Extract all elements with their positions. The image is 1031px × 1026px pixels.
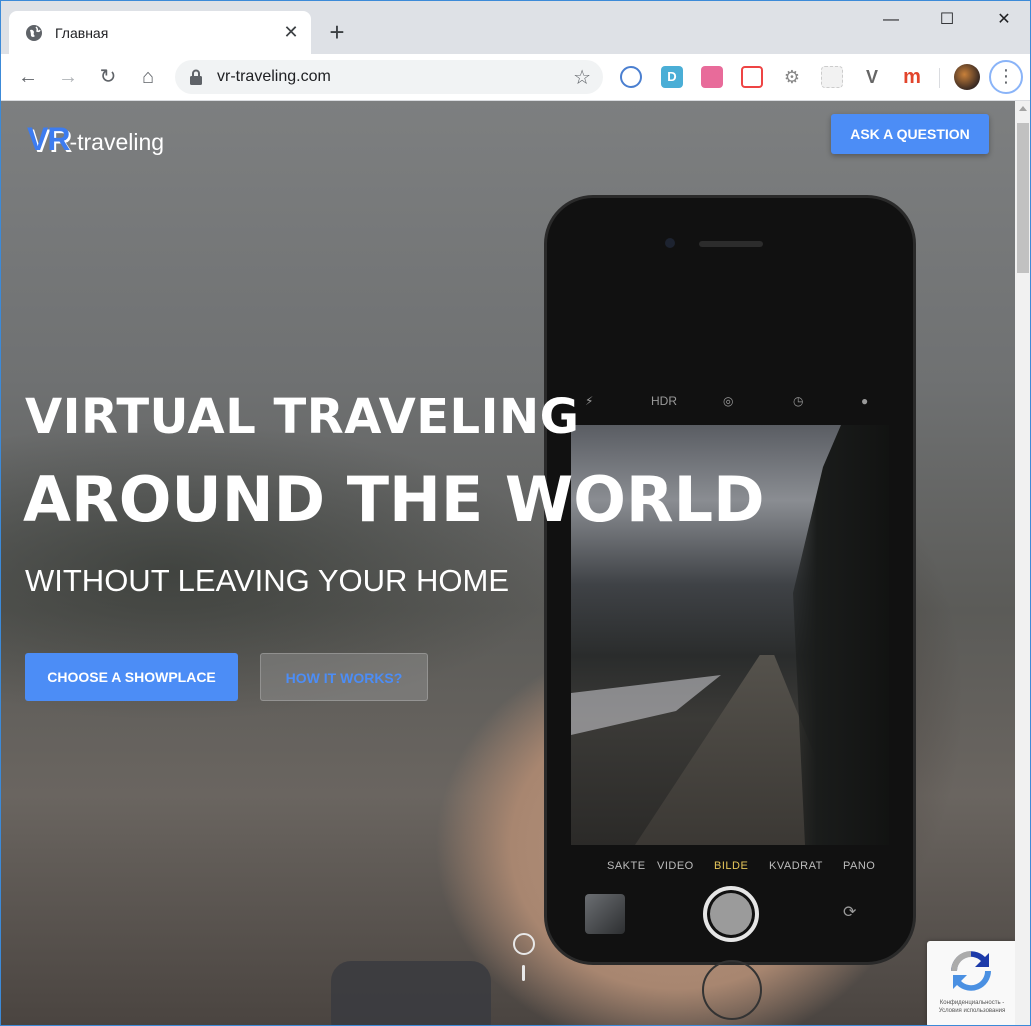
recaptcha-badge[interactable]: Конфиденциальность - Условия использован… bbox=[927, 941, 1015, 1025]
recaptcha-privacy-link[interactable]: Конфиденциальность - bbox=[929, 999, 1015, 1007]
lock-icon bbox=[190, 69, 202, 85]
recaptcha-icon bbox=[951, 951, 991, 991]
globe-icon bbox=[26, 25, 42, 41]
flash-icon: ⚡ bbox=[585, 394, 594, 408]
browser-window: Главная ✕ + — ☐ ✕ ← → ↻ ⌂ vr-traveling.c… bbox=[0, 0, 1031, 1026]
phone-image: ⚡ HDR ◎ ◷ ● SAKTE VIDEO BILDE KVADRAT PA… bbox=[547, 198, 913, 1020]
camera-top-icons: ⚡ HDR ◎ ◷ ● bbox=[571, 394, 891, 416]
address-bar[interactable]: vr-traveling.com ☆ bbox=[175, 60, 603, 94]
grid-ext-icon[interactable] bbox=[821, 66, 843, 88]
site-logo[interactable]: VR-traveling bbox=[27, 121, 164, 158]
m-ext-icon[interactable]: m bbox=[901, 66, 923, 88]
new-tab-button[interactable]: + bbox=[323, 19, 351, 47]
tab-close-icon[interactable]: ✕ bbox=[281, 22, 301, 42]
ask-question-button[interactable]: ASK A QUESTION bbox=[831, 114, 989, 154]
sleeve-image bbox=[331, 961, 491, 1025]
back-button[interactable]: ← bbox=[13, 62, 43, 92]
filter-icon: ● bbox=[861, 394, 869, 408]
pink-ext-icon[interactable] bbox=[701, 66, 723, 88]
close-window-button[interactable]: ✕ bbox=[976, 1, 1030, 39]
hdr-icon: HDR bbox=[651, 394, 677, 408]
headline-around-the-world: AROUND THE WORLD bbox=[23, 463, 765, 536]
scroll-indicator-line bbox=[522, 965, 525, 981]
browser-toolbar: ← → ↻ ⌂ vr-traveling.com ☆ D ⚙ V m ⋮ bbox=[1, 54, 1030, 101]
toolbar-divider bbox=[939, 68, 940, 88]
scroll-up-arrow[interactable] bbox=[1019, 106, 1027, 111]
headline-virtual-traveling: VIRTUAL TRAVELING bbox=[25, 389, 580, 445]
shutter-button-image bbox=[703, 886, 759, 942]
phone-speaker bbox=[699, 241, 763, 247]
home-button[interactable]: ⌂ bbox=[133, 62, 163, 92]
tab-title: Главная bbox=[55, 25, 109, 41]
mode-pano: PANO bbox=[843, 860, 876, 872]
d-ext-icon[interactable]: D bbox=[661, 66, 683, 88]
headline-subtitle: WITHOUT LEAVING YOUR HOME bbox=[25, 563, 509, 598]
bookmark-star-icon[interactable]: ☆ bbox=[573, 65, 591, 90]
maximize-button[interactable]: ☐ bbox=[919, 1, 975, 39]
calendar-ext-icon[interactable] bbox=[741, 66, 763, 88]
scroll-down-indicator[interactable] bbox=[513, 933, 535, 955]
camera-modes: SAKTE VIDEO BILDE KVADRAT PANO bbox=[571, 860, 891, 876]
profile-avatar[interactable] bbox=[954, 64, 980, 90]
circle-ext-icon[interactable] bbox=[620, 66, 642, 88]
recaptcha-legal[interactable]: Конфиденциальность - Условия использован… bbox=[929, 999, 1015, 1015]
scrollbar-thumb[interactable] bbox=[1017, 123, 1029, 273]
phone-home-button bbox=[702, 960, 762, 1020]
live-photo-icon: ◎ bbox=[723, 394, 734, 408]
choose-showplace-button[interactable]: CHOOSE A SHOWPLACE bbox=[25, 653, 238, 701]
logo-text: -traveling bbox=[69, 129, 165, 155]
tab-home[interactable]: Главная ✕ bbox=[9, 11, 311, 54]
hero-section: ⚡ HDR ◎ ◷ ● SAKTE VIDEO BILDE KVADRAT PA… bbox=[1, 101, 1015, 1025]
timer-icon: ◷ bbox=[793, 394, 804, 408]
photo-thumbnail bbox=[585, 894, 625, 934]
mode-kvadrat: KVADRAT bbox=[769, 860, 823, 872]
mode-video: VIDEO bbox=[657, 860, 694, 872]
flip-camera-icon: ⟳ bbox=[843, 904, 857, 921]
page-scrollbar[interactable] bbox=[1015, 101, 1030, 1025]
url-text[interactable]: vr-traveling.com bbox=[217, 68, 331, 86]
minimize-button[interactable]: — bbox=[863, 1, 919, 39]
mode-bilde: BILDE bbox=[714, 860, 749, 872]
forward-button[interactable]: → bbox=[53, 62, 83, 92]
tab-strip: Главная ✕ + — ☐ ✕ bbox=[1, 1, 1030, 54]
v-ext-icon[interactable]: V bbox=[861, 66, 883, 88]
reload-button[interactable]: ↻ bbox=[93, 62, 123, 92]
gear-ext-icon[interactable]: ⚙ bbox=[781, 66, 803, 88]
logo-vr: VR bbox=[27, 121, 70, 157]
front-camera bbox=[665, 238, 675, 248]
how-it-works-button[interactable]: HOW IT WORKS? bbox=[260, 653, 428, 701]
viewfinder-snow bbox=[571, 675, 721, 735]
recaptcha-terms-link[interactable]: Условия использования bbox=[929, 1007, 1015, 1015]
browser-menu-button[interactable]: ⋮ bbox=[989, 60, 1023, 94]
mode-sakte: SAKTE bbox=[607, 860, 646, 872]
